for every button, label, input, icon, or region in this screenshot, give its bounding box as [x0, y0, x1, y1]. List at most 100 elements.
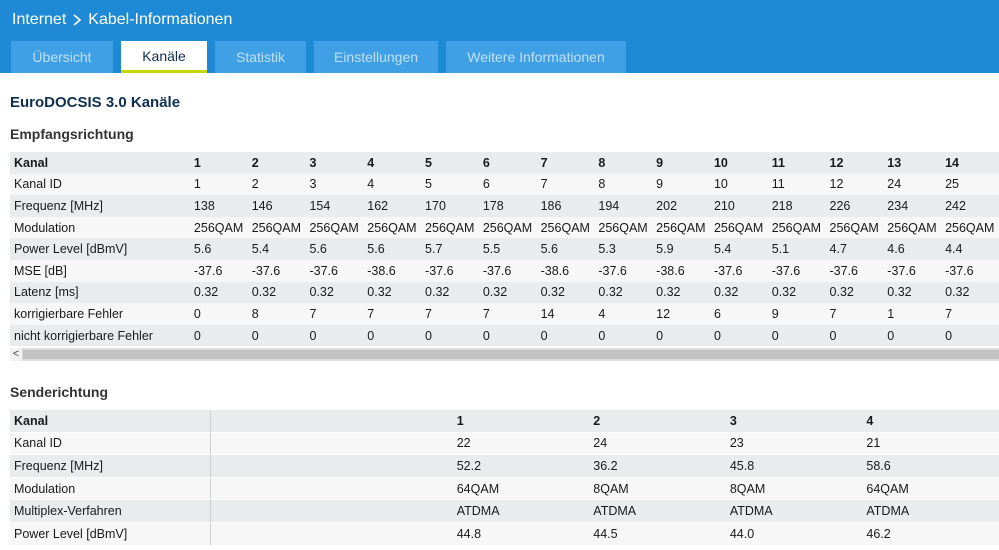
- horizontal-scrollbar[interactable]: <: [10, 348, 999, 361]
- table-cell: 11: [767, 173, 826, 196]
- tab-uebersicht[interactable]: Übersicht: [11, 41, 113, 73]
- table-cell: 8: [594, 173, 653, 196]
- table-cell: -38.6: [536, 259, 595, 282]
- table-cell: 12: [825, 173, 884, 196]
- table-cell: 256QAM: [825, 216, 884, 239]
- tab-statistik[interactable]: Statistik: [215, 41, 306, 73]
- table-cell: -37.6: [247, 259, 306, 282]
- table-cell: 0: [478, 324, 537, 347]
- table-cell: 5.6: [536, 238, 595, 260]
- table-cell: 4: [363, 152, 422, 174]
- table-cell: -37.6: [825, 259, 884, 282]
- table-row: Frequenz [MHz] 138 146 154 162 170 178 186 194 20…: [10, 195, 999, 217]
- table-cell: 218: [767, 195, 826, 217]
- table-cell: 7: [536, 152, 595, 174]
- table-row: nicht korrigierbare Fehler 0 0 0 0 0 0 0 0 0 0 0 0 0 0: [10, 324, 999, 347]
- tab-einstellungen[interactable]: Einstellungen: [314, 41, 438, 73]
- table-cell: 0: [652, 324, 710, 347]
- table-cell: 0.32: [478, 281, 537, 304]
- table-cell: 4.4: [941, 238, 999, 260]
- tab-label: Weitere Informationen: [467, 49, 605, 65]
- table-cell: 0: [421, 324, 479, 347]
- table-cell: 7: [478, 303, 537, 325]
- table-cell: 0.32: [421, 281, 479, 304]
- tab-kanaele[interactable]: Kanäle: [121, 41, 207, 73]
- table-cell: 0: [709, 324, 768, 347]
- table-cell: 162: [363, 195, 422, 217]
- table-cell: 6: [478, 152, 537, 174]
- table-cell: 138: [189, 195, 248, 217]
- table-cell: 0.32: [189, 281, 248, 304]
- table-cell: 0.32: [247, 281, 306, 304]
- table-cell: -37.6: [305, 259, 364, 282]
- row-label: Kanal ID: [10, 432, 211, 456]
- table-cell: -37.6: [421, 259, 479, 282]
- tab-label: Kanäle: [142, 47, 186, 64]
- table-cell: 13: [883, 152, 942, 174]
- row-label: Kanal ID: [10, 173, 190, 196]
- table-cell: -37.6: [478, 259, 537, 282]
- table-cell: ATDMA: [452, 499, 590, 523]
- table-cell: 146: [247, 195, 306, 217]
- tab-weitere-informationen[interactable]: Weitere Informationen: [446, 41, 626, 73]
- table-cell: 5.7: [421, 238, 479, 260]
- breadcrumb-root[interactable]: Internet: [12, 11, 66, 29]
- table-cell: 210: [709, 195, 768, 217]
- table-cell: -37.6: [883, 259, 942, 282]
- row-label: Frequenz [MHz]: [10, 195, 190, 217]
- table-cell: 8: [247, 303, 306, 325]
- table-cell: 202: [652, 195, 710, 217]
- table-cell: 5.6: [305, 238, 364, 260]
- table-cell: 8: [594, 152, 653, 174]
- table-cell: 5.4: [247, 238, 306, 260]
- scroll-thumb[interactable]: [23, 350, 999, 359]
- table-row: Modulation 64QAM 8QAM 8QAM 64QAM: [10, 477, 999, 501]
- table-cell: 1: [189, 152, 248, 174]
- table-cell: 0.32: [825, 281, 884, 304]
- table-cell: 8QAM: [589, 477, 726, 501]
- spacer-cell: [210, 410, 453, 433]
- row-label: Frequenz [MHz]: [10, 454, 211, 478]
- tab-label: Übersicht: [32, 49, 92, 65]
- table-cell: 9: [652, 152, 710, 174]
- table-cell: 178: [478, 195, 537, 217]
- table-cell: 242: [941, 195, 999, 217]
- table-cell: 2: [247, 173, 306, 196]
- top-header: Internet Kabel-Informationen Übersicht K…: [0, 0, 999, 73]
- table-cell: -37.6: [941, 259, 999, 282]
- upstream-heading: Senderichtung: [10, 384, 109, 400]
- table-cell: -37.6: [767, 259, 826, 282]
- tab-label: Einstellungen: [333, 49, 419, 65]
- row-label: Power Level [dBmV]: [10, 238, 190, 260]
- row-label: nicht korrigierbare Fehler: [10, 324, 190, 347]
- table-cell: -38.6: [652, 259, 710, 282]
- table-cell: 234: [883, 195, 942, 217]
- table-row: Latenz [ms] 0.32 0.32 0.32 0.32 0.32 0.32 0.32 0…: [10, 281, 999, 304]
- table-cell: 0: [305, 324, 364, 347]
- table-cell: 5.5: [478, 238, 537, 260]
- table-cell: 0.32: [652, 281, 710, 304]
- table-cell: 154: [305, 195, 364, 217]
- breadcrumb: Internet Kabel-Informationen: [12, 11, 232, 29]
- table-cell: 0: [594, 324, 653, 347]
- table-cell: 25: [941, 173, 999, 196]
- table-cell: 45.8: [725, 454, 863, 478]
- table-cell: ATDMA: [589, 499, 726, 523]
- table-cell: 46.2: [862, 522, 999, 546]
- table-cell: 12: [825, 152, 884, 174]
- table-cell: 3: [725, 410, 863, 433]
- table-cell: 5.4: [709, 238, 768, 260]
- scroll-left-arrow[interactable]: <: [10, 348, 22, 361]
- table-cell: 23: [725, 432, 863, 456]
- table-cell: 36.2: [589, 454, 726, 478]
- table-row: Kanal ID 1 2 3 4 5 6 7 8 9 10 11 12 24 25: [10, 173, 999, 196]
- table-cell: 7: [421, 303, 479, 325]
- table-row: Frequenz [MHz] 52.2 36.2 45.8 58.6: [10, 454, 999, 478]
- table-cell: 0: [825, 324, 884, 347]
- table-cell: 11: [767, 152, 826, 174]
- table-cell: 0: [536, 324, 595, 347]
- table-cell: 6: [478, 173, 537, 196]
- page-title: EuroDOCSIS 3.0 Kanäle: [10, 94, 181, 111]
- table-cell: 0.32: [883, 281, 942, 304]
- table-cell: -37.6: [594, 259, 653, 282]
